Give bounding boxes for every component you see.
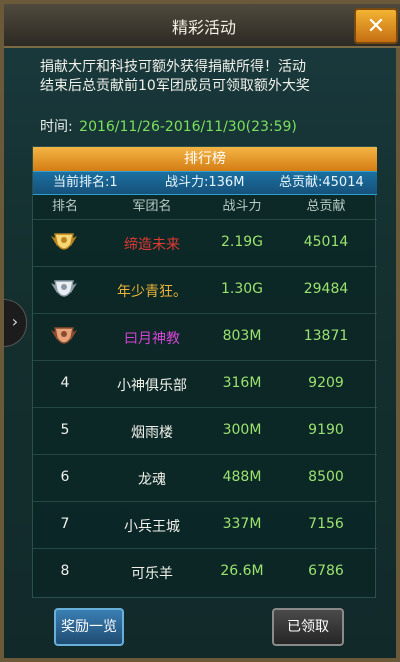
bronze-medal-icon xyxy=(51,327,77,344)
side-expand-button[interactable]: › xyxy=(4,299,27,347)
activity-window: 精彩活动 ✕ 捐献大厅和科技可额外获得捐献所得！活动 结束后总贡献前10军团成员… xyxy=(0,0,400,662)
current-rank: 当前排名:1 xyxy=(53,175,118,190)
table-row: 曰月神教 803M 13871 xyxy=(33,313,377,360)
table-row: 4 小神俱乐部 316M 9209 xyxy=(33,360,377,407)
col-rank: 排名 xyxy=(51,199,78,214)
table-row: 5 烟雨楼 300M 9190 xyxy=(33,407,377,454)
row-contribution: 7156 xyxy=(308,516,344,532)
row-contribution: 45014 xyxy=(303,234,349,250)
row-rank: 8 xyxy=(60,563,70,579)
current-power: 战斗力:136M xyxy=(165,175,245,190)
row-legion-name: 缔造未来 xyxy=(124,237,180,253)
row-contribution: 29484 xyxy=(303,281,349,297)
close-icon: ✕ xyxy=(366,13,386,39)
row-legion-name: 小兵王城 xyxy=(124,519,180,535)
col-contribution: 总贡献 xyxy=(306,199,346,214)
row-rank: 7 xyxy=(60,516,70,532)
leaderboard-title: 排行榜 xyxy=(33,147,377,171)
row-contribution: 9209 xyxy=(308,375,344,391)
table-row: 年少青狂。 1.30G 29484 xyxy=(33,266,377,313)
close-button[interactable]: ✕ xyxy=(354,8,398,44)
window-title: 精彩活动 xyxy=(171,18,236,37)
description-line-1: 捐献大厅和科技可额外获得捐献所得！活动 xyxy=(40,59,306,75)
leaderboard-panel: 排行榜 当前排名:1 战斗力:136M 总贡献:45014 排名 军团名 战斗力… xyxy=(32,146,377,598)
table-row: 缔造未来 2.19G 45014 xyxy=(33,219,377,266)
description-line-2: 结束后总贡献前10军团成员可领取额外大奖 xyxy=(40,78,310,94)
row-power: 2.19G xyxy=(220,234,264,250)
row-contribution: 8500 xyxy=(308,469,344,485)
title-bar: 精彩活动 ✕ xyxy=(4,4,400,48)
row-power: 337M xyxy=(222,516,262,532)
table-row: 7 小兵王城 337M 7156 xyxy=(33,501,377,548)
row-contribution: 13871 xyxy=(303,328,349,344)
activity-description: 捐献大厅和科技可额外获得捐献所得！活动 结束后总贡献前10军团成员可领取额外大奖 xyxy=(40,58,380,96)
gold-medal-icon xyxy=(51,233,77,250)
col-legion: 军团名 xyxy=(132,199,172,214)
row-legion-name: 烟雨楼 xyxy=(131,425,173,441)
row-legion-name: 龙魂 xyxy=(138,472,166,488)
row-power: 488M xyxy=(222,469,262,485)
table-row: 8 可乐羊 26.6M 6786 xyxy=(33,548,377,595)
row-power: 300M xyxy=(222,422,262,438)
row-contribution: 6786 xyxy=(308,563,344,579)
row-rank: 5 xyxy=(60,422,70,438)
claimed-button[interactable]: 已领取 xyxy=(272,608,344,646)
row-power: 316M xyxy=(222,375,262,391)
table-header: 排名 军团名 战斗力 总贡献 xyxy=(33,195,377,219)
row-rank: 4 xyxy=(60,375,70,391)
chevron-right-icon: › xyxy=(11,312,19,331)
row-legion-name: 曰月神教 xyxy=(124,331,180,347)
row-power: 26.6M xyxy=(220,563,264,579)
row-legion-name: 年少青狂。 xyxy=(117,284,187,300)
time-label: 时间: xyxy=(40,119,73,135)
table-row: 6 龙魂 488M 8500 xyxy=(33,454,377,501)
time-value: 2016/11/26-2016/11/30(23:59) xyxy=(79,119,297,135)
silver-medal-icon xyxy=(51,280,77,297)
my-legion-summary: 当前排名:1 战斗力:136M 总贡献:45014 xyxy=(33,171,377,195)
activity-time: 时间: 2016/11/26-2016/11/30(23:59) xyxy=(40,116,297,136)
current-contribution: 总贡献:45014 xyxy=(279,175,364,190)
row-rank: 6 xyxy=(60,469,70,485)
row-legion-name: 小神俱乐部 xyxy=(117,378,187,394)
row-power: 803M xyxy=(222,328,262,344)
row-power: 1.30G xyxy=(220,281,264,297)
row-contribution: 9190 xyxy=(308,422,344,438)
rewards-list-button[interactable]: 奖励一览 xyxy=(54,608,124,646)
col-power: 战斗力 xyxy=(222,199,262,214)
row-legion-name: 可乐羊 xyxy=(131,566,173,582)
